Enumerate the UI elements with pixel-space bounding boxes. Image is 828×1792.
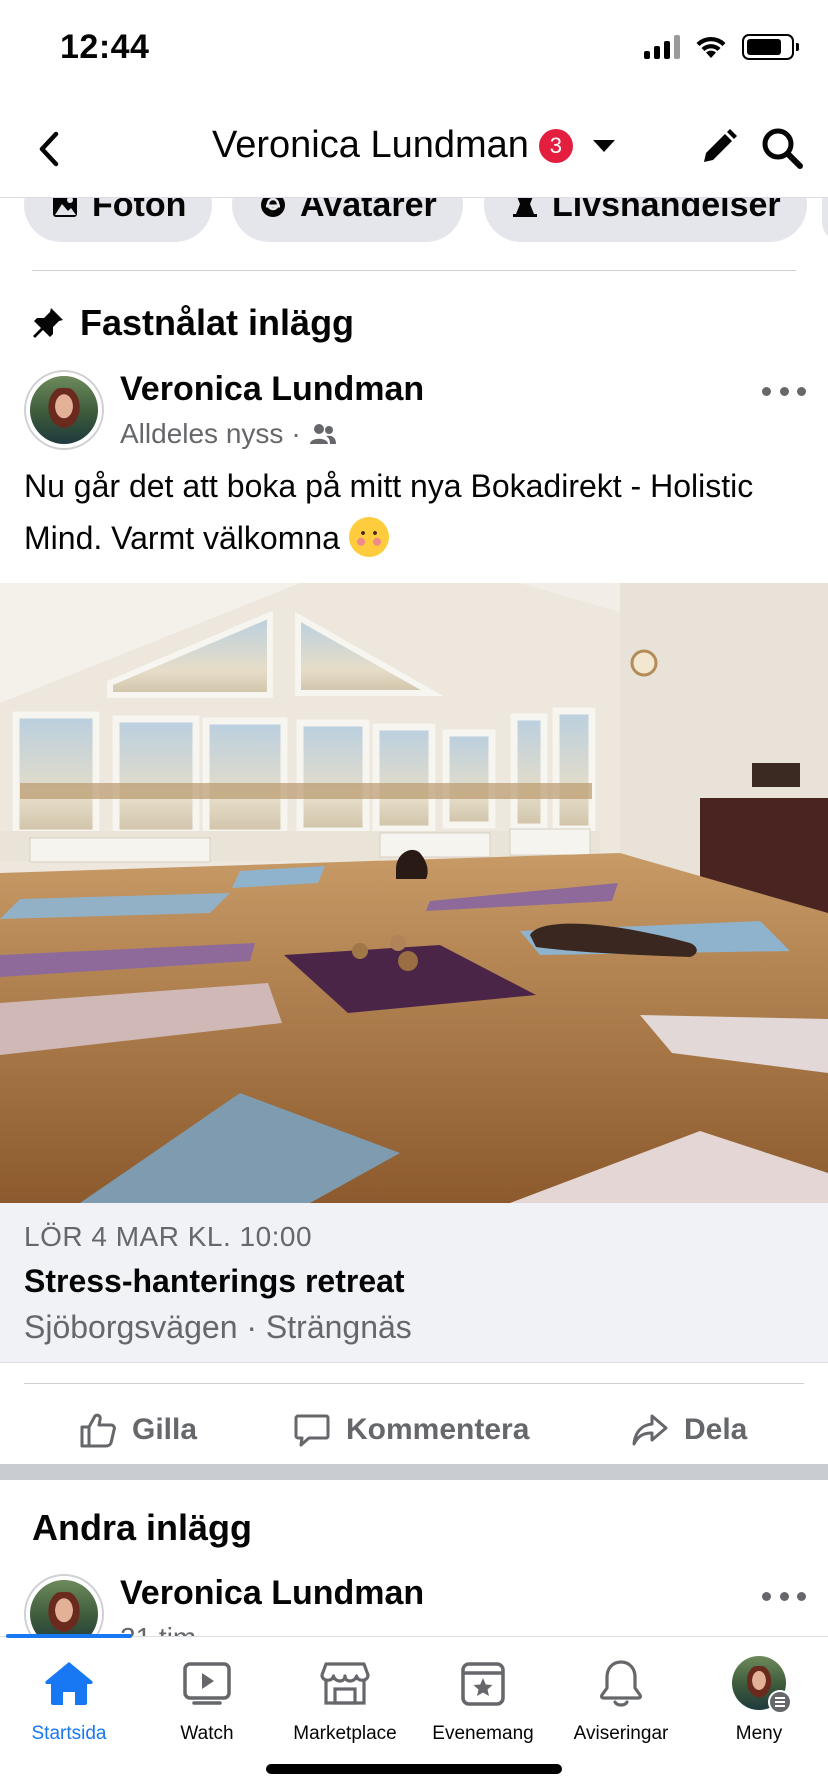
photo-icon bbox=[53, 198, 77, 217]
tab-home[interactable]: Startsida bbox=[0, 1655, 138, 1745]
back-button[interactable] bbox=[30, 126, 70, 172]
smiling-face-with-hearts-icon bbox=[348, 517, 389, 557]
like-label: Gilla bbox=[132, 1413, 198, 1446]
yoga-room-image bbox=[0, 583, 828, 1203]
post-author-name[interactable]: Veronica Lundman bbox=[120, 1574, 424, 1613]
home-icon bbox=[45, 1662, 93, 1705]
like-button[interactable]: Gilla bbox=[78, 1392, 197, 1468]
battery-icon bbox=[742, 34, 799, 60]
share-button[interactable]: Dela bbox=[630, 1392, 747, 1468]
comment-button[interactable]: Kommentera bbox=[292, 1392, 529, 1468]
section-separator bbox=[0, 1464, 828, 1480]
tab-label: Meny bbox=[735, 1723, 783, 1744]
menu-avatar bbox=[732, 1656, 792, 1714]
post-photo[interactable] bbox=[0, 583, 828, 1203]
author-avatar[interactable] bbox=[24, 370, 104, 450]
next-post-preview: Veronica Lundman 21 tim bbox=[0, 1570, 828, 1636]
post-body: Nu går det att boka på mitt nya Bokadire… bbox=[24, 468, 754, 556]
more-options-button[interactable] bbox=[762, 381, 806, 401]
tab-label: Marketplace bbox=[293, 1723, 397, 1744]
chip-label: Foton bbox=[92, 198, 187, 224]
menu-lines-icon bbox=[768, 1690, 792, 1714]
other-posts-heading: Andra inlägg bbox=[32, 1507, 253, 1548]
caret-down-icon bbox=[592, 139, 615, 152]
tab-label: Aviseringar bbox=[573, 1723, 669, 1744]
event-location: Sjöborgsvägen · Strängnäs bbox=[24, 1309, 412, 1345]
divider bbox=[32, 270, 796, 271]
share-icon bbox=[632, 1414, 668, 1446]
avatar-image bbox=[30, 1580, 98, 1636]
tab-marketplace[interactable]: Marketplace bbox=[276, 1655, 414, 1745]
status-bar: 12:44 bbox=[0, 0, 828, 100]
home-indicator[interactable] bbox=[266, 1764, 562, 1774]
post-actions: Gilla Kommentera Dela bbox=[0, 1392, 828, 1468]
thumbs-up-icon bbox=[80, 1413, 116, 1448]
tab-events[interactable]: Evenemang bbox=[414, 1655, 552, 1745]
more-options-button[interactable] bbox=[762, 1586, 806, 1606]
pencil-icon bbox=[704, 129, 737, 162]
post-timestamp[interactable]: Alldeles nyss bbox=[120, 418, 283, 450]
tab-label: Watch bbox=[180, 1723, 234, 1744]
event-card[interactable]: LÖR 4 MAR KL. 10:00 Stress-hanterings re… bbox=[0, 1203, 828, 1363]
search-icon bbox=[762, 128, 803, 169]
page-title: Veronica Lundman bbox=[212, 124, 529, 166]
chevron-left-icon bbox=[39, 131, 59, 167]
status-time: 12:44 bbox=[60, 28, 150, 66]
tab-watch[interactable]: Watch bbox=[138, 1655, 276, 1745]
tab-menu[interactable]: Meny bbox=[690, 1655, 828, 1745]
profile-header: Veronica Lundman 3 bbox=[0, 100, 828, 198]
profile-switcher[interactable]: Veronica Lundman 3 bbox=[212, 124, 615, 167]
comment-label: Kommentera bbox=[346, 1413, 530, 1446]
edit-button[interactable] bbox=[694, 124, 742, 172]
tab-label: Evenemang bbox=[432, 1723, 534, 1744]
comment-icon bbox=[294, 1414, 330, 1447]
marketplace-icon bbox=[320, 1662, 370, 1705]
avatar-image bbox=[30, 376, 98, 444]
chip-more[interactable] bbox=[822, 198, 828, 242]
event-date: LÖR 4 MAR KL. 10:00 bbox=[24, 1221, 313, 1252]
divider bbox=[24, 1383, 804, 1384]
event-title: Stress-hanterings retreat bbox=[24, 1263, 405, 1299]
tab-notifications[interactable]: Aviseringar bbox=[552, 1655, 690, 1745]
avatar-icon bbox=[261, 198, 285, 217]
watch-icon bbox=[183, 1662, 231, 1705]
post-meta: Alldeles nyss · bbox=[120, 418, 337, 450]
chip-label: Livshändelser bbox=[552, 198, 781, 224]
bell-icon bbox=[600, 1660, 642, 1707]
author-avatar[interactable] bbox=[24, 1574, 104, 1636]
status-icons bbox=[644, 34, 799, 60]
cellular-signal-icon bbox=[644, 35, 680, 59]
pinned-section-heading: Fastnålat inlägg bbox=[30, 302, 354, 344]
chip-photos[interactable]: Foton bbox=[24, 198, 213, 242]
friends-icon bbox=[309, 424, 336, 444]
notification-badge: 3 bbox=[538, 128, 573, 163]
post-text: Nu går det att boka på mitt nya Bokadire… bbox=[24, 460, 804, 564]
wifi-icon bbox=[696, 36, 726, 58]
life-event-icon bbox=[513, 198, 537, 217]
pin-icon bbox=[33, 308, 63, 338]
chip-label: Avatarer bbox=[300, 198, 437, 224]
section-title: Fastnålat inlägg bbox=[80, 302, 355, 343]
post-author-name[interactable]: Veronica Lundman bbox=[120, 370, 424, 409]
search-button[interactable] bbox=[758, 124, 806, 172]
profile-filter-chips: Foton Avatarer Livshändelser bbox=[0, 198, 828, 244]
meta-separator: · bbox=[291, 418, 301, 449]
events-icon bbox=[461, 1662, 505, 1706]
share-label: Dela bbox=[684, 1413, 748, 1446]
chip-avatars[interactable]: Avatarer bbox=[232, 198, 463, 242]
chip-life-events[interactable]: Livshändelser bbox=[484, 198, 807, 242]
tab-label: Startsida bbox=[31, 1723, 107, 1744]
active-tab-indicator bbox=[6, 1634, 132, 1638]
